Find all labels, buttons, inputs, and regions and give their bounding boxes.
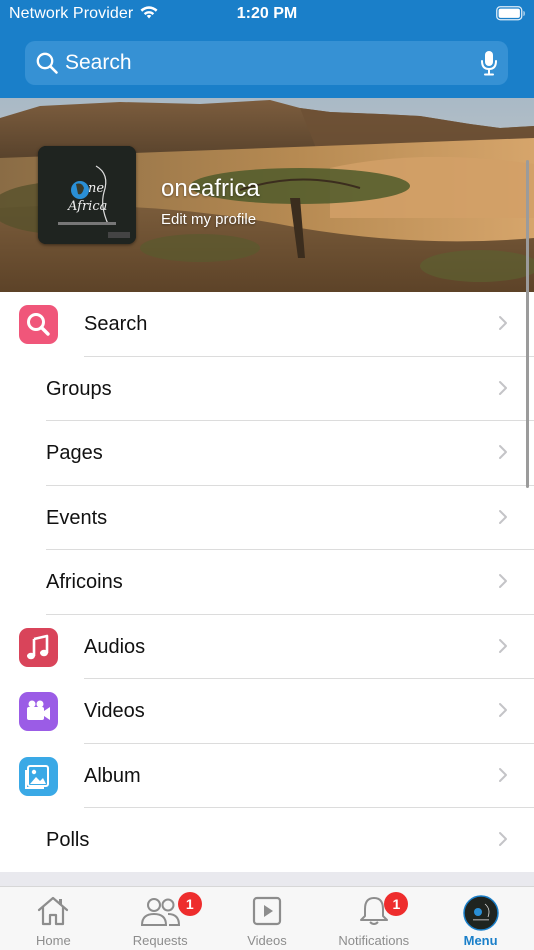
svg-text:ne: ne <box>88 181 104 196</box>
tab-requests[interactable]: 1 Requests <box>107 887 214 950</box>
svg-text:Africa: Africa <box>67 199 107 214</box>
search-bar[interactable]: Search <box>25 41 508 85</box>
menu-list: Search Groups Pages Events Africoins Aud… <box>0 292 534 873</box>
menu-item-search[interactable]: Search <box>0 292 534 357</box>
menu-item-label: Groups <box>46 377 112 400</box>
notification-badge: 1 <box>384 892 409 916</box>
app-root: Network Provider 1:20 PM Search ne Afric… <box>0 0 534 950</box>
list-footer <box>0 872 534 886</box>
tab-label: Requests <box>132 933 188 948</box>
menu-item-pages[interactable]: Pages <box>0 421 534 486</box>
menu-item-album[interactable]: Album <box>0 743 534 808</box>
tab-menu[interactable]: Menu <box>427 887 534 950</box>
tab-label: Menu <box>463 933 498 948</box>
menu-item-polls[interactable]: Polls <box>0 808 534 873</box>
home-icon <box>35 895 71 932</box>
notification-badge: 1 <box>177 892 202 916</box>
status-bar: Network Provider 1:20 PM <box>0 0 534 30</box>
battery-icon <box>496 6 526 26</box>
people-icon <box>139 895 181 932</box>
tab-videos[interactable]: Videos <box>214 887 321 950</box>
menu-item-label: Pages <box>46 442 103 464</box>
menu-item-label: Events <box>46 506 108 529</box>
menu-item-africoins[interactable]: Africoins <box>0 550 534 615</box>
menu-item-label: Africoins <box>46 571 123 593</box>
play-icon <box>251 895 283 932</box>
profile-cover[interactable]: ne Africa oneafrica Edit my profile <box>0 98 534 292</box>
tab-label: Videos <box>247 933 287 948</box>
search-input[interactable]: Search <box>65 51 132 75</box>
tab-home[interactable]: Home <box>0 887 107 950</box>
chevron-right-icon <box>498 509 508 530</box>
chevron-right-icon <box>498 831 508 852</box>
menu-item-label: Videos <box>84 700 145 722</box>
menu-item-label: Audios <box>84 635 146 658</box>
menu-item-events[interactable]: Events <box>0 485 534 550</box>
chevron-right-icon <box>498 638 508 659</box>
edit-profile-link[interactable]: Edit my profile <box>161 211 256 228</box>
search-icon <box>35 51 59 80</box>
menu-item-label: Search <box>84 313 148 335</box>
tab-label: Notifications <box>338 933 410 948</box>
menu-item-label: Polls <box>46 829 90 851</box>
menu-item-videos[interactable]: Videos <box>0 679 534 744</box>
tab-bar: Home 1 Requests Videos 1 Notifications M… <box>0 886 534 950</box>
music-note-icon <box>19 627 58 667</box>
menu-item-audios[interactable]: Audios <box>0 614 534 679</box>
chevron-right-icon <box>498 315 508 336</box>
search-icon <box>19 305 58 344</box>
menu-item-label: Album <box>84 764 141 787</box>
chevron-right-icon <box>498 767 508 788</box>
tab-label: Home <box>36 933 71 948</box>
profile-name[interactable]: oneafrica <box>161 175 260 203</box>
chevron-right-icon <box>498 702 508 723</box>
tab-notifications[interactable]: 1 Notifications <box>320 887 427 950</box>
photo-album-icon <box>19 756 58 796</box>
scrollbar[interactable] <box>526 160 529 488</box>
chevron-right-icon <box>498 573 508 594</box>
header: Network Provider 1:20 PM Search <box>0 0 534 98</box>
clock: 1:20 PM <box>236 5 298 22</box>
avatar-icon <box>462 895 499 936</box>
profile-avatar[interactable]: ne Africa <box>38 146 136 244</box>
menu-item-groups[interactable]: Groups <box>0 356 534 421</box>
microphone-icon[interactable] <box>480 50 498 81</box>
chevron-right-icon <box>498 380 508 401</box>
chevron-right-icon <box>498 444 508 465</box>
video-camera-icon <box>19 692 58 731</box>
